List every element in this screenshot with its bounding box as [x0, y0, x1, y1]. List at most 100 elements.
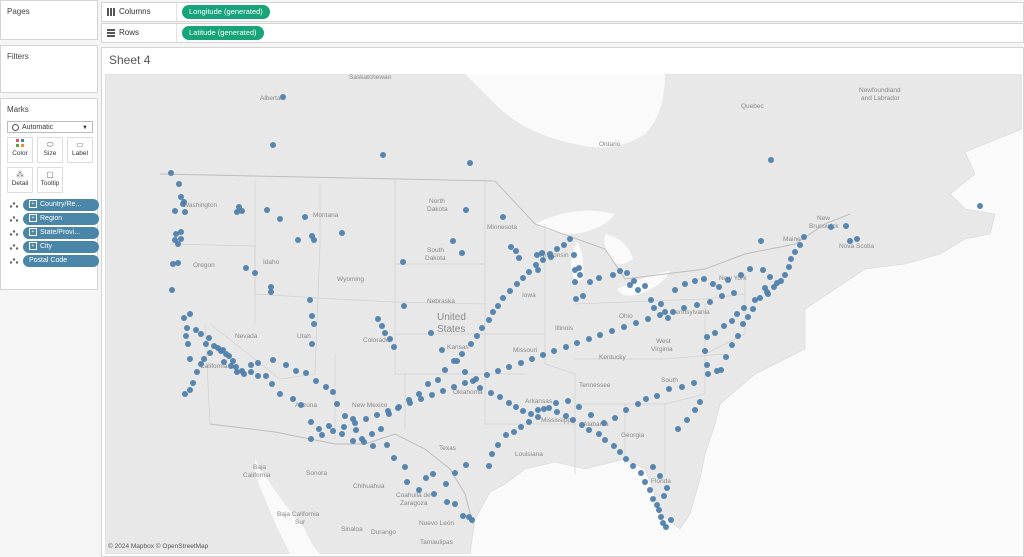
location-mark[interactable]: [571, 252, 577, 258]
location-mark[interactable]: [201, 356, 207, 362]
location-mark[interactable]: [339, 230, 345, 236]
location-mark[interactable]: [178, 236, 184, 242]
location-mark[interactable]: [704, 334, 710, 340]
location-mark[interactable]: [459, 351, 465, 357]
location-mark[interactable]: [323, 384, 329, 390]
location-mark[interactable]: [176, 181, 182, 187]
location-mark[interactable]: [506, 400, 512, 406]
location-mark[interactable]: [672, 287, 678, 293]
location-mark[interactable]: [452, 470, 458, 476]
location-mark[interactable]: [239, 208, 245, 214]
map-canvas[interactable]: Saskatchewan Alberta Newfoundland and La…: [105, 74, 1022, 554]
label-button[interactable]: ▭ Label: [67, 137, 93, 163]
location-mark[interactable]: [609, 328, 615, 334]
location-mark[interactable]: [642, 283, 648, 289]
location-mark[interactable]: [656, 507, 662, 513]
location-mark[interactable]: [617, 268, 623, 274]
location-mark[interactable]: [682, 281, 688, 287]
mark-type-dropdown[interactable]: Automatic ▼: [7, 121, 93, 133]
location-mark[interactable]: [681, 305, 687, 311]
location-mark[interactable]: [576, 265, 582, 271]
location-mark[interactable]: [375, 316, 381, 322]
location-mark[interactable]: [701, 276, 707, 282]
location-mark[interactable]: [181, 199, 187, 205]
location-mark[interactable]: [495, 442, 501, 448]
location-mark[interactable]: [264, 207, 270, 213]
location-mark[interactable]: [316, 426, 322, 432]
location-mark[interactable]: [705, 371, 711, 377]
location-mark[interactable]: [658, 301, 664, 307]
location-mark[interactable]: [627, 282, 633, 288]
location-mark[interactable]: [977, 203, 983, 209]
location-mark[interactable]: [750, 306, 756, 312]
location-mark[interactable]: [778, 278, 784, 284]
location-mark[interactable]: [588, 412, 594, 418]
location-mark[interactable]: [330, 389, 336, 395]
location-mark[interactable]: [675, 426, 681, 432]
location-mark[interactable]: [490, 309, 496, 315]
location-mark[interactable]: [723, 354, 729, 360]
location-mark[interactable]: [621, 324, 627, 330]
location-mark[interactable]: [745, 314, 751, 320]
location-mark[interactable]: [526, 419, 532, 425]
location-mark[interactable]: [401, 303, 407, 309]
location-mark[interactable]: [416, 487, 422, 493]
location-mark[interactable]: [173, 231, 179, 237]
location-mark[interactable]: [462, 380, 468, 386]
location-mark[interactable]: [486, 463, 492, 469]
location-mark[interactable]: [718, 367, 724, 373]
pages-panel[interactable]: Pages: [0, 0, 98, 40]
location-mark[interactable]: [234, 209, 240, 215]
location-mark[interactable]: [311, 237, 317, 243]
location-mark[interactable]: [610, 272, 616, 278]
location-mark[interactable]: [757, 295, 763, 301]
location-mark[interactable]: [719, 293, 725, 299]
location-mark[interactable]: [679, 384, 685, 390]
location-mark[interactable]: [511, 429, 517, 435]
location-mark[interactable]: [404, 479, 410, 485]
location-mark[interactable]: [500, 214, 506, 220]
field-city[interactable]: + City: [9, 241, 99, 253]
location-mark[interactable]: [479, 325, 485, 331]
location-mark[interactable]: [771, 284, 777, 290]
location-mark[interactable]: [574, 340, 580, 346]
location-mark[interactable]: [765, 291, 771, 297]
location-mark[interactable]: [648, 297, 654, 303]
location-mark[interactable]: [642, 479, 648, 485]
location-mark[interactable]: [203, 341, 209, 347]
tooltip-button[interactable]: ▢ Tooltip: [37, 167, 63, 193]
location-mark[interactable]: [692, 407, 698, 413]
location-mark[interactable]: [270, 142, 276, 148]
location-mark[interactable]: [459, 250, 465, 256]
location-mark[interactable]: [184, 325, 190, 331]
location-mark[interactable]: [767, 274, 773, 280]
sheet-view[interactable]: Sheet 4 Saskatchewan Alberta Newfoundlan…: [101, 47, 1024, 557]
location-mark[interactable]: [330, 428, 336, 434]
location-mark[interactable]: [430, 471, 436, 477]
location-mark[interactable]: [729, 318, 735, 324]
location-mark[interactable]: [551, 348, 557, 354]
location-mark[interactable]: [280, 94, 286, 100]
location-mark[interactable]: [662, 309, 668, 315]
field-state[interactable]: + State/Provi...: [9, 227, 99, 239]
location-mark[interactable]: [710, 281, 716, 287]
location-mark[interactable]: [402, 464, 408, 470]
location-mark[interactable]: [183, 333, 189, 339]
location-mark[interactable]: [423, 475, 429, 481]
location-mark[interactable]: [828, 224, 834, 230]
columns-shelf[interactable]: Columns Longitude (generated): [101, 2, 1024, 22]
location-mark[interactable]: [570, 417, 576, 423]
location-mark[interactable]: [712, 330, 718, 336]
location-mark[interactable]: [506, 364, 512, 370]
location-mark[interactable]: [507, 288, 513, 294]
location-mark[interactable]: [782, 272, 788, 278]
location-mark[interactable]: [353, 427, 359, 433]
location-mark[interactable]: [597, 332, 603, 338]
location-mark[interactable]: [369, 431, 375, 437]
location-mark[interactable]: [243, 265, 249, 271]
longitude-pill[interactable]: Longitude (generated): [182, 5, 270, 19]
location-mark[interactable]: [168, 170, 174, 176]
location-mark[interactable]: [391, 344, 397, 350]
location-mark[interactable]: [170, 261, 176, 267]
location-mark[interactable]: [716, 284, 722, 290]
